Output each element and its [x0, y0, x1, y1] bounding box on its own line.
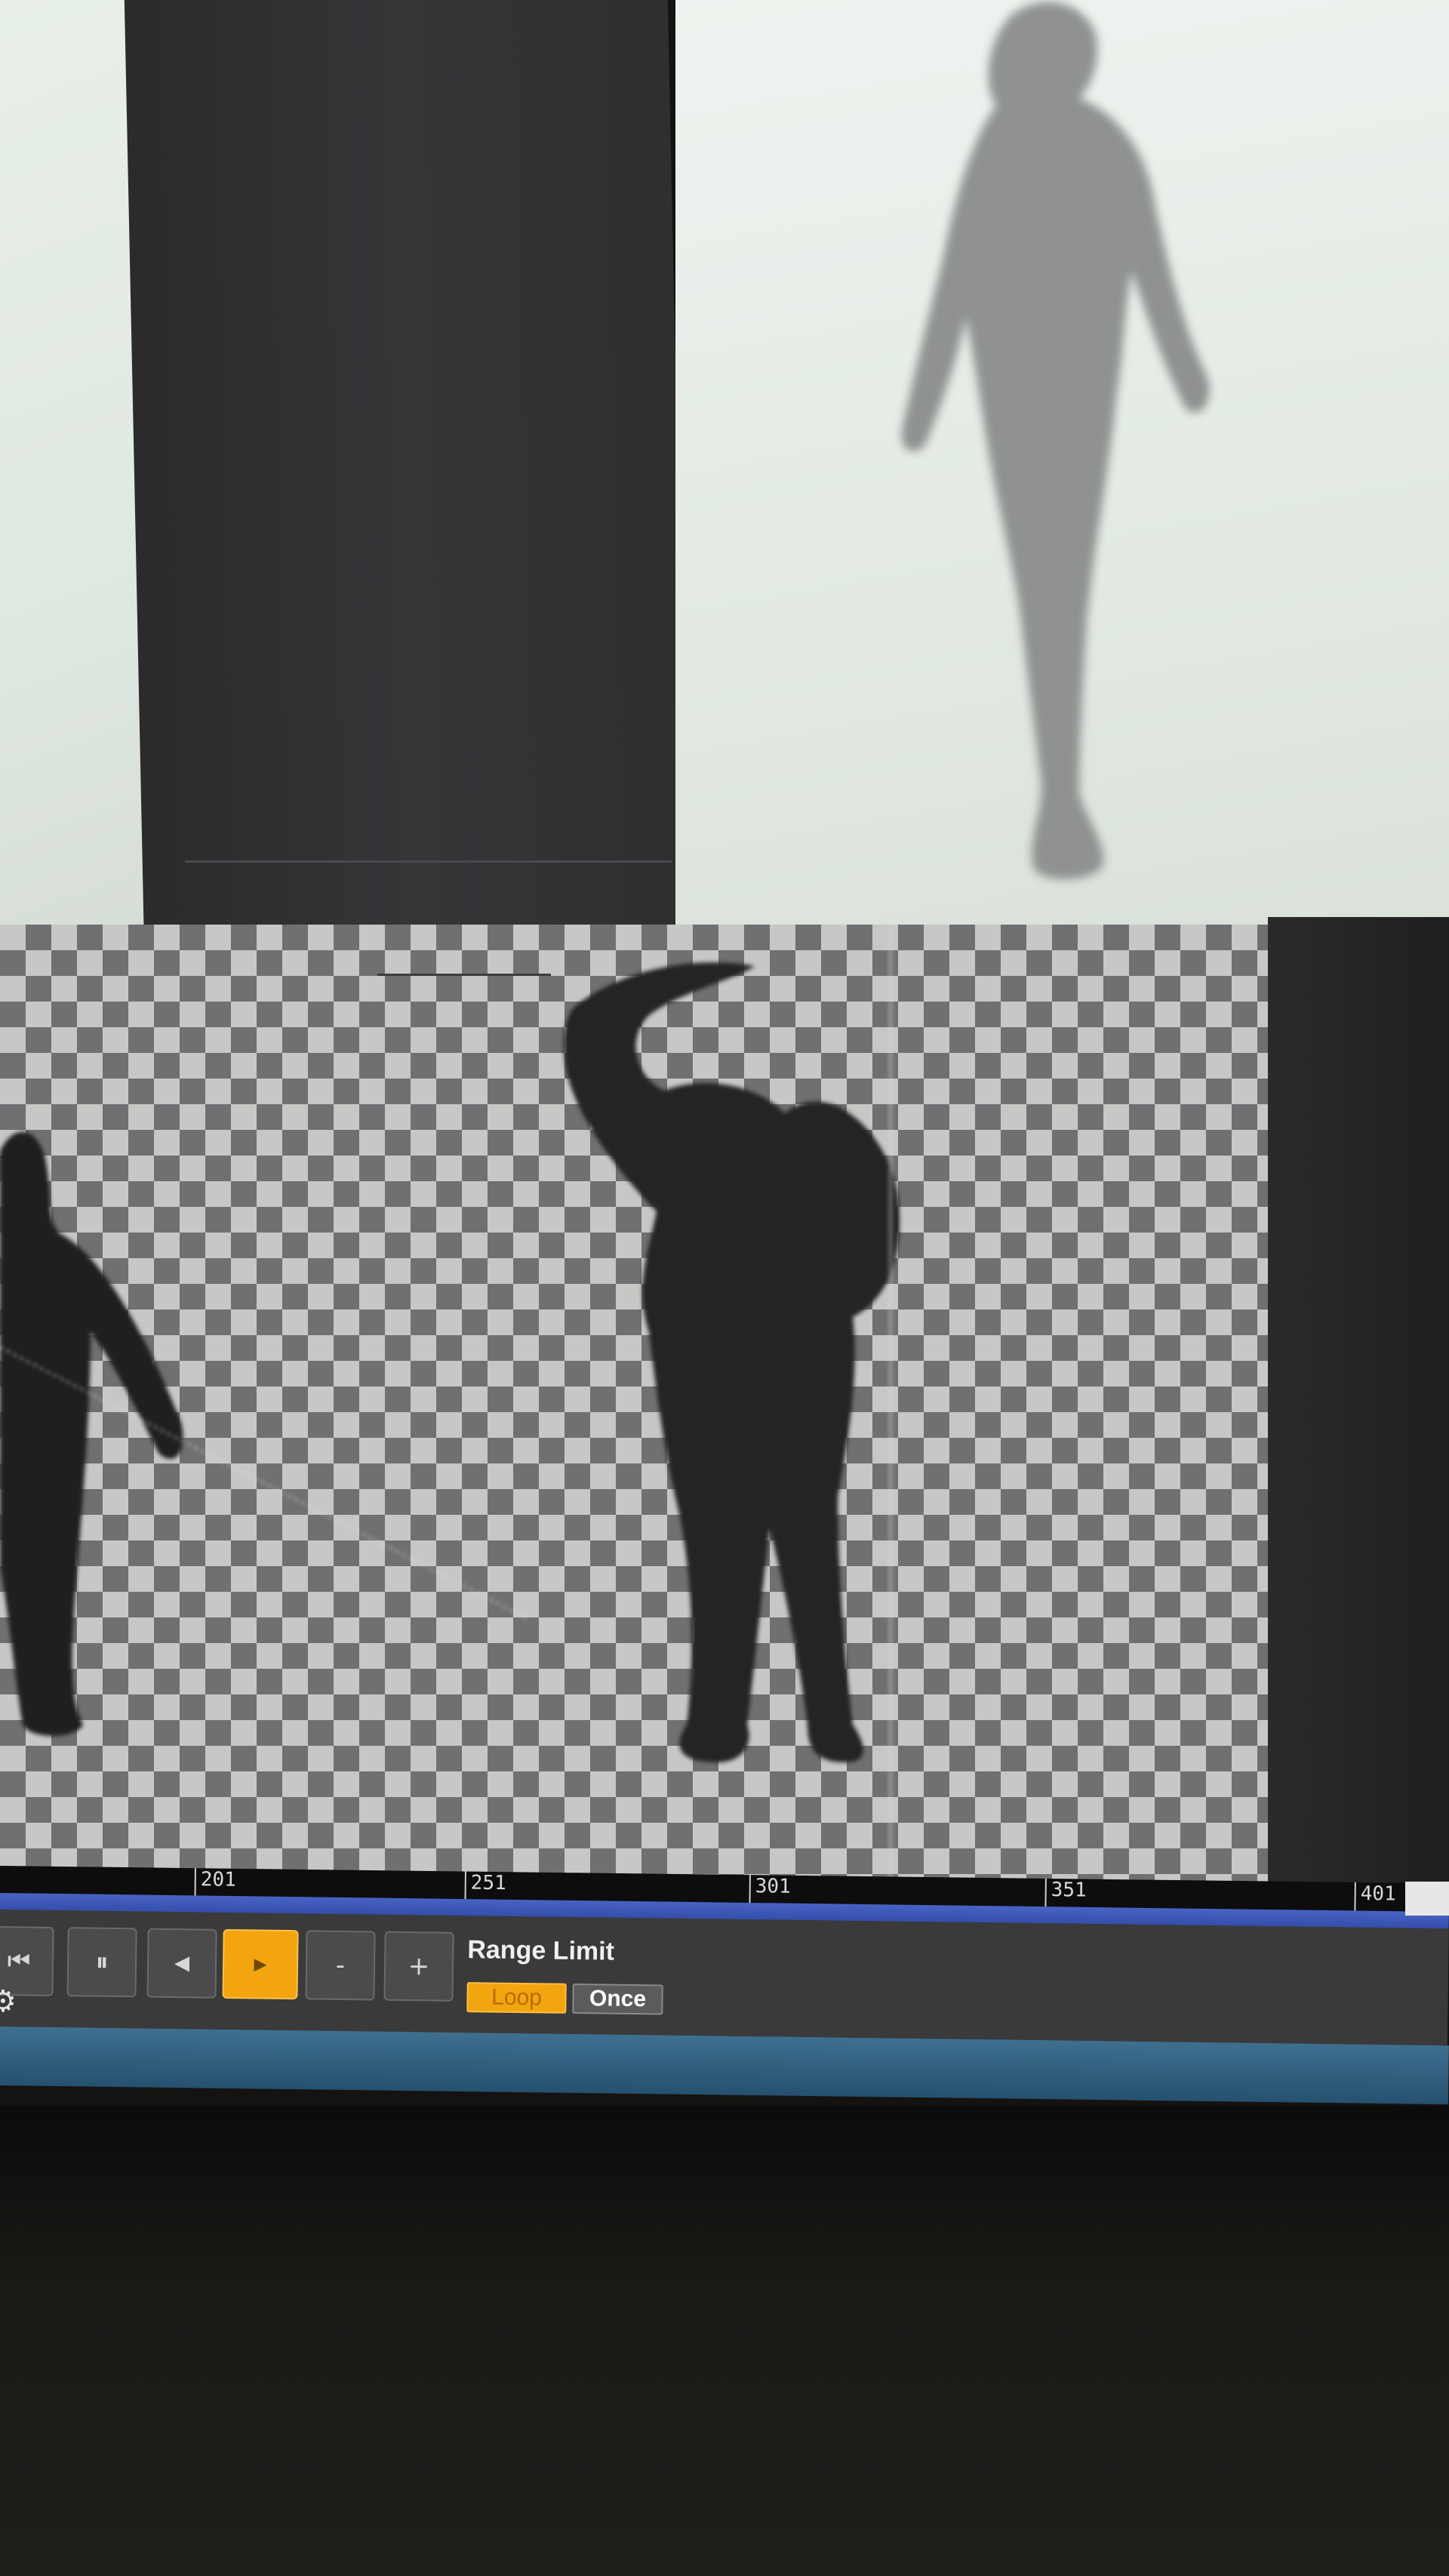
- timeline-tick: 401: [1354, 1882, 1396, 1915]
- shadow-silhouettes-image: [0, 925, 900, 1917]
- range-limit-label: Range Limit: [467, 1935, 615, 1966]
- viewer-artifact-line: [377, 974, 551, 976]
- timeline-tick: 351: [1044, 1878, 1087, 1911]
- step-back-button[interactable]: ◀: [146, 1928, 217, 1999]
- plus-icon: +: [408, 1951, 430, 1982]
- pause-icon: ⏸: [95, 1947, 109, 1977]
- play-button[interactable]: ▶: [222, 1928, 299, 2000]
- once-toggle-button[interactable]: Once: [572, 1983, 663, 2015]
- transport-bar: ⏮ ⏸ ◀ ▶ - + Range Limit Loop Once: [0, 1910, 1449, 2046]
- play-icon: ▶: [254, 1954, 267, 1974]
- speed-increase-button[interactable]: +: [383, 1931, 454, 2002]
- pause-button[interactable]: ⏸: [66, 1927, 137, 1998]
- skip-to-start-icon: ⏮: [7, 1946, 31, 1977]
- step-back-icon: ◀: [174, 1952, 190, 1975]
- monitor-desk-area: [0, 2106, 1449, 2576]
- loop-toggle-button[interactable]: Loop: [466, 1982, 567, 2014]
- speed-decrease-button[interactable]: -: [305, 1930, 376, 2001]
- minus-icon: -: [335, 1950, 346, 1980]
- viewer-side-panel: [1268, 917, 1449, 1921]
- timeline-end-handle[interactable]: [1405, 1882, 1449, 1916]
- gear-icon[interactable]: ⚙: [0, 1987, 20, 2017]
- empty-viewer-pane: [124, 0, 688, 951]
- depth-silhouette-image: [901, 2, 1210, 880]
- pane-divider: [185, 860, 672, 863]
